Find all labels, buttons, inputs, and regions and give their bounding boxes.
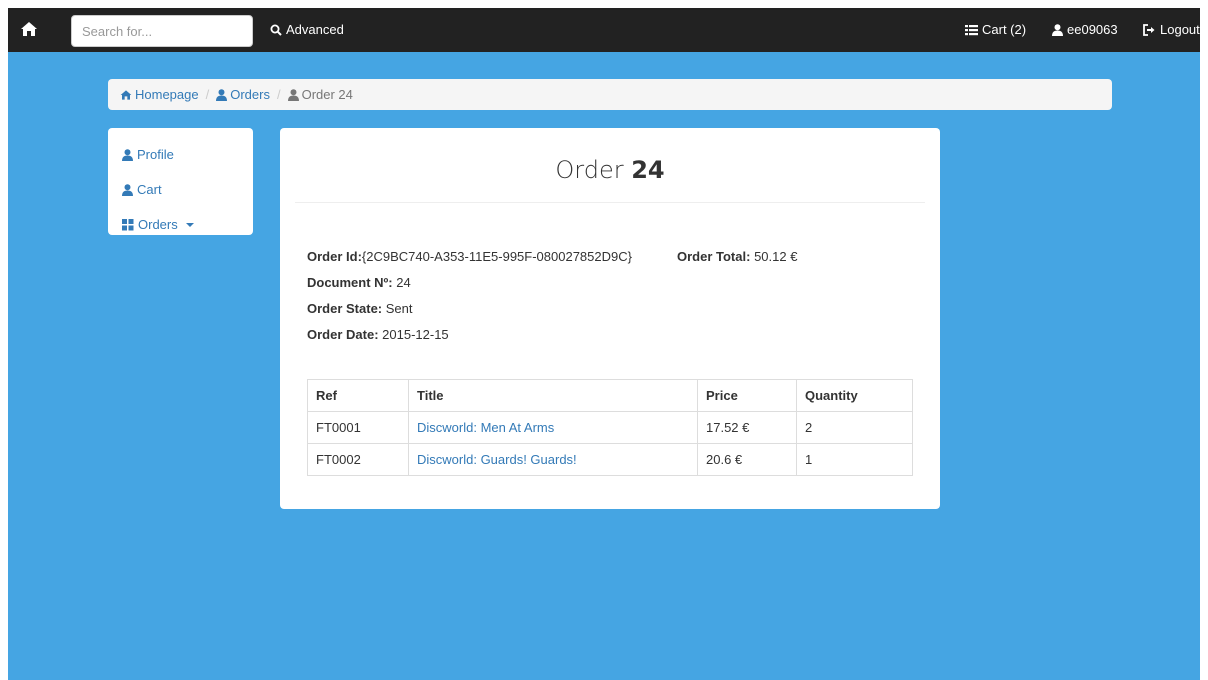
product-title-link[interactable]: Discworld: Men At Arms [417,420,554,435]
home-icon [21,22,37,36]
advanced-search-link[interactable]: Advanced [270,8,344,52]
document-number-label: Document Nº: [307,275,393,290]
breadcrumb-current: Order 24 [287,87,353,102]
cell-quantity: 2 [796,411,913,444]
order-total-value: 50.12 € [754,249,798,264]
cell-ref: FT0001 [307,411,409,444]
user-icon [287,88,299,101]
cart-label: Cart (2) [982,22,1027,37]
page-title: Order 24 [295,156,925,203]
cell-price: 20.6 € [697,443,797,476]
grid-icon [122,218,134,230]
order-id-row: Order Id:{2C9BC740-A353-11E5-995F-080027… [307,249,632,264]
order-total-row: Order Total: 50.12 € [677,249,797,264]
user-icon [216,88,228,101]
breadcrumb-separator: / [276,87,281,102]
search-icon [270,24,282,36]
search-input[interactable] [71,15,253,47]
chevron-down-icon [185,222,194,227]
sidebar: Profile Cart Orders [108,128,253,235]
order-id-value: {2C9BC740-A353-11E5-995F-080027852D9C} [361,249,632,264]
breadcrumb: Homepage / Orders / Order 24 [108,79,1112,110]
sidebar-item-label: Orders [138,217,178,232]
advanced-label: Advanced [286,22,344,37]
breadcrumb-home[interactable]: Homepage [120,87,199,102]
breadcrumb-current-label: Order 24 [301,87,353,102]
order-date-row: Order Date: 2015-12-15 [307,327,449,342]
breadcrumb-orders[interactable]: Orders [216,87,270,102]
breadcrumb-home-label: Homepage [135,87,199,102]
column-header-title: Title [408,379,698,412]
order-state-value: Sent [385,301,413,316]
user-icon [122,148,133,161]
order-date-label: Order Date: [307,327,379,342]
order-state-row: Order State: Sent [307,301,413,316]
order-panel: Order 24 Order Id:{2C9BC740-A353-11E5-99… [280,128,940,509]
order-id-label: Order Id: [307,249,362,264]
home-icon [120,89,132,100]
order-title-prefix: Order [555,156,624,184]
column-header-quantity: Quantity [796,379,913,412]
cell-price: 17.52 € [697,411,797,444]
cart-link[interactable]: Cart (2) [965,8,1026,52]
column-header-price: Price [697,379,797,412]
sidebar-item-cart[interactable]: Cart [108,172,253,207]
breadcrumb-separator: / [205,87,210,102]
order-total-label: Order Total: [677,249,751,264]
table-header-row: Ref Title Price Quantity [307,379,913,412]
table-row: FT0002 Discworld: Guards! Guards! 20.6 €… [307,443,913,476]
list-icon [965,25,978,36]
cell-ref: FT0002 [307,443,409,476]
user-icon [1052,24,1063,36]
order-items-table: Ref Title Price Quantity FT0001 Discworl… [307,379,913,476]
sidebar-item-label: Cart [137,182,162,197]
order-state-label: Order State: [307,301,383,316]
breadcrumb-orders-label: Orders [230,87,270,102]
column-header-ref: Ref [307,379,409,412]
document-number-value: 24 [396,275,411,290]
top-navbar: Advanced Cart (2) ee09063 Logout [8,8,1200,52]
product-title-link[interactable]: Discworld: Guards! Guards! [417,452,577,467]
cell-title: Discworld: Men At Arms [408,411,698,444]
logout-icon [1143,24,1155,36]
home-button[interactable] [20,20,40,40]
logout-label: Logout [1160,22,1200,37]
user-link[interactable]: ee09063 [1052,8,1118,52]
sidebar-item-label: Profile [137,147,174,162]
order-title-number: 24 [631,156,665,184]
document-number-row: Document Nº: 24 [307,275,411,290]
user-icon [122,183,133,196]
cell-title: Discworld: Guards! Guards! [408,443,698,476]
logout-link[interactable]: Logout [1143,8,1200,52]
table-row: FT0001 Discworld: Men At Arms 17.52 € 2 [307,411,913,444]
sidebar-item-orders[interactable]: Orders [108,207,253,242]
sidebar-item-profile[interactable]: Profile [108,137,253,172]
cell-quantity: 1 [796,443,913,476]
order-date-value: 2015-12-15 [382,327,449,342]
username-label: ee09063 [1067,22,1118,37]
